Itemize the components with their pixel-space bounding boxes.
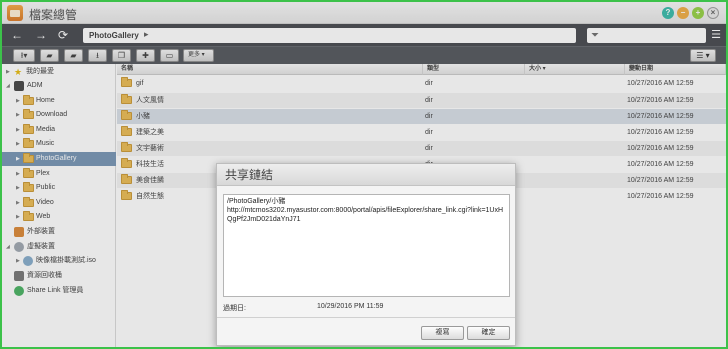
share-link-dialog: 共享鏈結 /PhotoGallery/小豬 http://mtcmos3202.… (216, 163, 516, 346)
expiry-date-label: 過期日: (223, 305, 246, 312)
copy-button[interactable]: 複寫 (421, 326, 464, 340)
file-explorer-window: 檔案總管 ? − + × ← → ⟳ PhotoGallery ▸ ⏷ ☰ ⭱▾… (0, 0, 728, 349)
dialog-footer: 複寫 確定 (217, 317, 515, 345)
dialog-title[interactable]: 共享鏈結 (217, 164, 515, 186)
ok-button[interactable]: 確定 (467, 326, 510, 340)
share-link-text: /PhotoGallery/小豬 http://mtcmos3202.myasu… (227, 198, 504, 223)
expiry-date-value: 10/29/2016 PM 11:59 (317, 303, 384, 310)
share-link-textarea[interactable]: /PhotoGallery/小豬 http://mtcmos3202.myasu… (223, 194, 510, 297)
